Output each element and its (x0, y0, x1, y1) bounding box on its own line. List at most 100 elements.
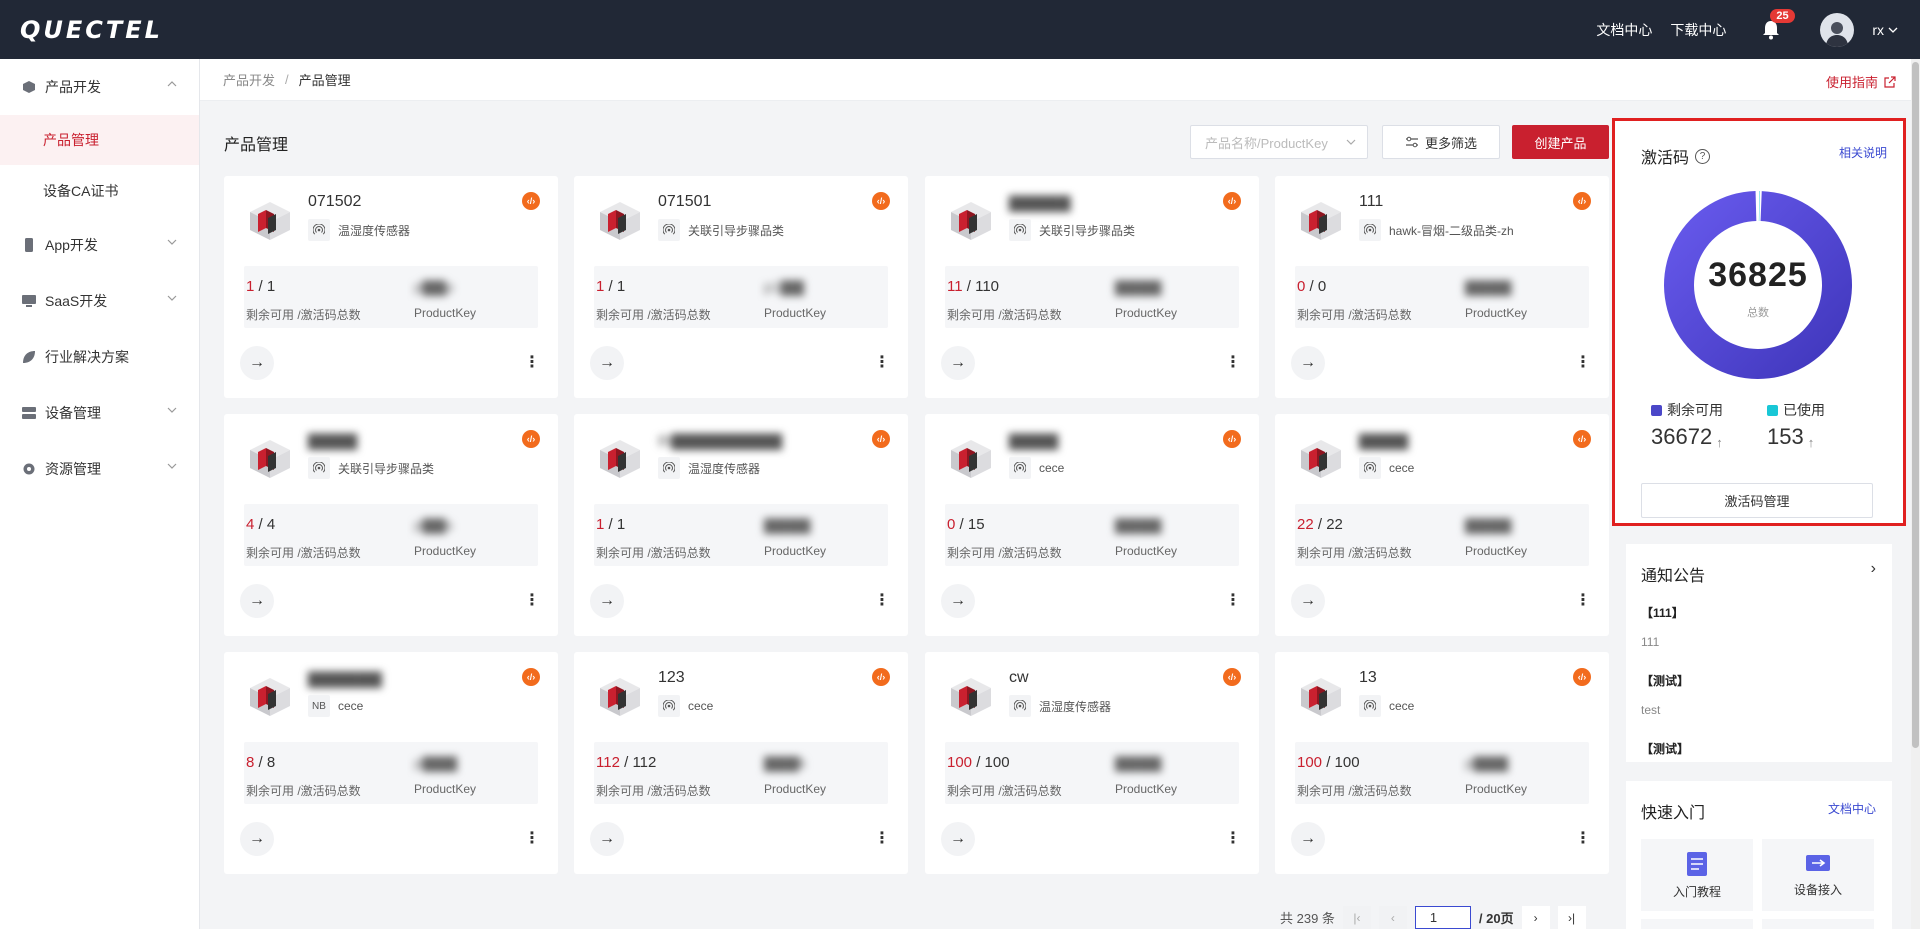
notice-item[interactable]: 【测试】 (1641, 740, 1689, 757)
notification-bell[interactable]: 25 (1758, 8, 1795, 43)
more-options-icon[interactable]: ⋮ (874, 590, 890, 610)
scrollbar-thumb[interactable] (1912, 62, 1919, 748)
product-name[interactable]: 071501 (658, 193, 711, 211)
product-card[interactable]: 071502 温湿度传感器 ‹/› 1 / 1 剩余可用 /激活码总数 p▇▇p Produ… (224, 176, 558, 398)
product-name[interactable]: 13 (1359, 669, 1377, 687)
sidebar-item-label: SaaS开发 (45, 293, 108, 309)
product-key-value: ▇▇▇▇ (1115, 517, 1162, 534)
quick-tile-tutorial[interactable]: 入门教程 (1641, 839, 1753, 911)
chevron-down-icon (1346, 139, 1356, 145)
product-name[interactable]: th▇▇▇▇▇▇▇▇▇ (658, 431, 782, 451)
prev-page-button[interactable]: ‹ (1378, 906, 1407, 929)
product-name[interactable]: ▇▇▇▇▇▇ (308, 669, 382, 689)
more-options-icon[interactable]: ⋮ (1575, 828, 1591, 848)
product-name[interactable]: cw (1009, 669, 1029, 687)
wireless-icon-box (658, 457, 680, 479)
arrow-right-icon[interactable]: → (941, 346, 975, 380)
arrow-right-icon[interactable]: → (240, 822, 274, 856)
product-search-select[interactable]: 产品名称/ProductKey (1190, 125, 1368, 159)
product-name[interactable]: ▇▇▇▇▇ (1009, 193, 1071, 213)
last-page-button[interactable]: ›| (1557, 906, 1586, 929)
more-options-icon[interactable]: ⋮ (874, 828, 890, 848)
product-name[interactable]: 111 (1359, 193, 1383, 211)
create-product-button[interactable]: 创建产品 (1512, 125, 1609, 159)
product-name[interactable]: ▇▇▇▇ (1009, 431, 1058, 451)
sidebar-item-device-management[interactable]: 设备管理 (0, 385, 199, 441)
breadcrumb-parent[interactable]: 产品开发 (223, 70, 275, 89)
activation-count: 1 / 1 (596, 278, 625, 295)
sidebar-item-app-dev[interactable]: App开发 (0, 217, 199, 273)
arrow-right-icon[interactable]: → (590, 822, 624, 856)
page-input[interactable]: 1 (1414, 906, 1471, 929)
product-card[interactable]: ▇▇▇▇ 关联引导步骤品类 ‹/› 4 / 4 剩余可用 /激活码总数 p▇▇s Produ… (224, 414, 558, 636)
more-options-icon[interactable]: ⋮ (524, 352, 540, 372)
product-name[interactable]: 071502 (308, 193, 361, 211)
quick-tile-device-access[interactable]: 设备接入 (1762, 839, 1874, 911)
quick-tile-more[interactable] (1762, 919, 1874, 929)
chevron-right-icon[interactable]: › (1871, 560, 1876, 578)
quick-start-title: 快速入门 (1641, 805, 1706, 822)
product-name[interactable]: ▇▇▇▇ (308, 431, 357, 451)
sidebar-item-device-ca[interactable]: 设备CA证书 (0, 165, 199, 217)
product-card[interactable]: ▇▇▇▇▇▇ NB cece ‹/› 8 / 8 剩余可用 /激活码总数 p▇▇▇ Produ… (224, 652, 558, 874)
arrow-right-icon[interactable]: → (590, 584, 624, 618)
activation-help-link[interactable]: 相关说明 (1839, 144, 1887, 161)
activation-title-text: 激活码 (1641, 150, 1690, 167)
sidebar-item-industry-solutions[interactable]: 行业解决方案 (0, 329, 199, 385)
doc-center-link[interactable]: 文档中心 (1596, 20, 1652, 40)
help-icon[interactable]: ? (1695, 148, 1711, 164)
arrow-right-icon[interactable]: → (941, 822, 975, 856)
wireless-icon (663, 700, 675, 711)
download-center-link[interactable]: 下载中心 (1670, 20, 1726, 40)
quick-tile-more[interactable] (1641, 919, 1753, 929)
quectel-logo[interactable]: QUECTEL (20, 16, 163, 44)
arrow-right-icon[interactable]: → (941, 584, 975, 618)
product-card[interactable]: ▇▇▇▇▇ 关联引导步骤品类 ‹/› 11 / 110 剩余可用 /激活码总数 ▇▇▇▇ P… (925, 176, 1259, 398)
product-card[interactable]: 111 hawk-冒烟-二级品类-zh ‹/› 0 / 0 剩余可用 /激活码总数 ▇▇▇… (1275, 176, 1609, 398)
arrow-right-icon[interactable]: → (590, 346, 624, 380)
activation-count: 22 / 22 (1297, 516, 1343, 533)
product-card[interactable]: 123 cece ‹/› 112 / 112 剩余可用 /激活码总数 ▇▇▇k Produc… (574, 652, 908, 874)
product-card[interactable]: 071501 关联引导步骤品类 ‹/› 1 / 1 剩余可用 /激活码总数 p1▇▇ Pro… (574, 176, 908, 398)
more-options-icon[interactable]: ⋮ (1225, 828, 1241, 848)
sidebar-item-product-dev[interactable]: 产品开发 (0, 59, 199, 115)
more-options-icon[interactable]: ⋮ (524, 828, 540, 848)
user-menu[interactable]: rx (1872, 22, 1898, 38)
product-key-value: p▇▇s (414, 517, 453, 534)
product-card[interactable]: cw 温湿度传感器 ‹/› 100 / 100 剩余可用 /激活码总数 ▇▇▇▇ Produ… (925, 652, 1259, 874)
sidebar-item-product-management[interactable]: 产品管理 (0, 115, 199, 165)
donut-slice-used[interactable] (1758, 191, 1760, 222)
product-name[interactable]: ▇▇▇▇ (1359, 431, 1408, 451)
usage-guide-link[interactable]: 使用指南 (1826, 72, 1896, 91)
arrow-right-icon[interactable]: → (1291, 822, 1325, 856)
avatar[interactable] (1820, 12, 1855, 47)
notice-item[interactable]: 【测试】 test (1641, 672, 1689, 717)
wireless-icon (1014, 224, 1026, 235)
arrow-right-icon[interactable]: → (240, 584, 274, 618)
arrow-right-icon[interactable]: → (240, 346, 274, 380)
sidebar-item-saas-dev[interactable]: SaaS开发 (0, 273, 199, 329)
next-page-button[interactable]: › (1521, 906, 1550, 929)
product-name[interactable]: 123 (658, 669, 685, 687)
product-card[interactable]: 13 cece ‹/› 100 / 100 剩余可用 /激活码总数 p▇▇▇ Product… (1275, 652, 1609, 874)
quick-doc-center-link[interactable]: 文档中心 (1828, 800, 1876, 817)
sidebar-item-resource-management[interactable]: 资源管理 (0, 441, 199, 497)
arrow-right-icon[interactable]: → (1291, 346, 1325, 380)
more-options-icon[interactable]: ⋮ (1575, 352, 1591, 372)
more-filter-button[interactable]: 更多筛选 (1382, 125, 1500, 159)
more-options-icon[interactable]: ⋮ (874, 352, 890, 372)
product-card[interactable]: ▇▇▇▇ cece ‹/› 22 / 22 剩余可用 /激活码总数 ▇▇▇▇ Product… (1275, 414, 1609, 636)
more-options-icon[interactable]: ⋮ (1575, 590, 1591, 610)
product-card[interactable]: ▇▇▇▇ cece ‹/› 0 / 15 剩余可用 /激活码总数 ▇▇▇▇ ProductK… (925, 414, 1259, 636)
username: rx (1872, 21, 1884, 38)
arrow-right-icon[interactable]: → (1291, 584, 1325, 618)
first-page-button[interactable]: |‹ (1342, 906, 1371, 929)
more-options-icon[interactable]: ⋮ (524, 590, 540, 610)
product-box-icon (600, 440, 640, 478)
activation-manage-button[interactable]: 激活码管理 (1641, 483, 1873, 518)
notice-item[interactable]: 【111】 111 (1641, 604, 1684, 649)
product-card[interactable]: th▇▇▇▇▇▇▇▇▇ 温湿度传感器 ‹/› 1 / 1 剩余可用 /激活码总数 ▇▇▇▇… (574, 414, 908, 636)
more-options-icon[interactable]: ⋮ (1225, 590, 1241, 610)
sidebar-item-label: 设备管理 (45, 405, 101, 421)
more-options-icon[interactable]: ⋮ (1225, 352, 1241, 372)
